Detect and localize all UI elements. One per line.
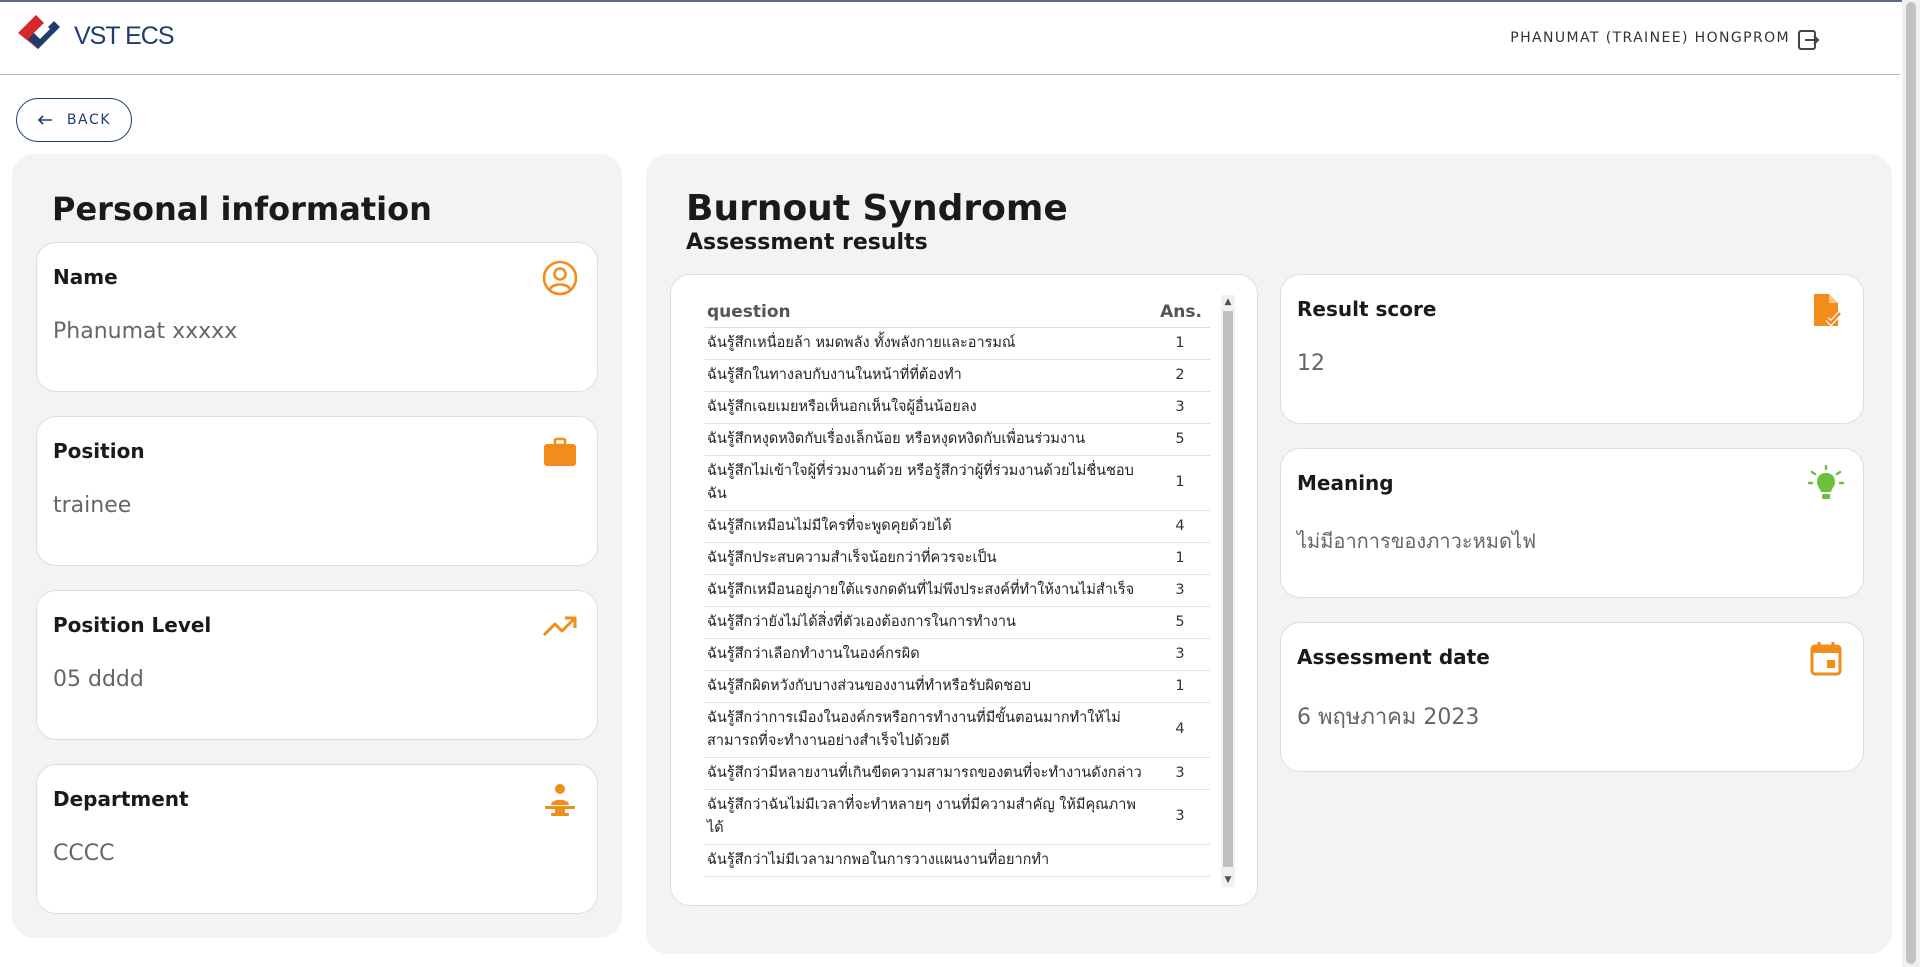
page-scrollbar[interactable] [1902,0,1920,967]
answer-cell: 3 [1150,638,1210,671]
user-circle-icon [542,260,578,296]
card-label: Result score [1297,297,1437,321]
assessment-title: Burnout Syndrome [686,188,1068,229]
table-row: ฉันรู้สึกว่ามีหลายงานที่เกินขีดความสามาร… [705,757,1210,790]
scroll-up-icon[interactable]: ▲ [1221,295,1235,309]
question-cell: ฉันรู้สึกไม่เข้าใจผู้ที่ร่วมงานด้วย หรือ… [705,455,1150,511]
column-header-question: question [705,297,1150,328]
question-cell: ฉันรู้สึกว่าฉันไม่มีเวลาที่จะทำหลายๆ งาน… [705,789,1150,845]
answer-cell: 3 [1150,574,1210,607]
card-label: Position [53,439,145,463]
column-header-ans: Ans. [1150,297,1210,328]
card-label: Position Level [53,613,212,637]
table-row: ฉันรู้สึกประสบความสำเร็จน้อยกว่าที่ควรจะ… [705,542,1210,575]
assessment-panel: Burnout Syndrome Assessment results ques… [646,154,1892,954]
briefcase-icon [544,437,576,466]
card-value: trainee [53,493,132,518]
card-label: Name [53,265,118,289]
assessment-subtitle: Assessment results [686,230,928,255]
company-logo[interactable] [14,11,64,61]
answers-table-card: question Ans. ฉันรู้สึกเหนื่อยล้า หมดพลั… [670,274,1258,906]
answer-cell: 4 [1150,510,1210,543]
answer-cell: 4 [1150,702,1210,758]
app-header: VST ECS PHANUMAT (TRAINEE) HONGPROM [0,2,1900,75]
question-cell: ฉันรู้สึกผิดหวังกับบางส่วนของงานที่ทำหรื… [705,670,1150,703]
answer-cell: 3 [1150,391,1210,424]
answer-cell: 3 [1150,757,1210,790]
answer-cell: 5 [1150,423,1210,456]
name-card: Name Phanumat xxxxx [36,242,598,392]
back-button[interactable]: BACK [16,98,132,142]
answer-cell [1150,844,1210,877]
table-row: ฉันรู้สึกว่ายังไม่ได้สิ่งที่ตัวเองต้องกา… [705,606,1210,639]
table-row: ฉันรู้สึกว่าเลือกทำงานในองค์กรผิด 3 [705,638,1210,671]
question-cell: ฉันรู้สึกเหมือนไม่มีใครที่จะพูดคุยด้วยได… [705,510,1150,543]
assessment-date-card: Assessment date 6 พฤษภาคม 2023 [1280,622,1864,772]
question-cell: ฉันรู้สึกในทางลบกับงานในหน้าที่ที่ต้องทำ [705,359,1150,392]
lightbulb-icon [1807,465,1845,499]
table-row: ฉันรู้สึกว่าฉันไม่มีเวลาที่จะทำหลายๆ งาน… [705,789,1210,845]
table-row: ฉันรู้สึกว่าไม่มีเวลามากพอในการวางแผนงาน… [705,844,1210,877]
arrow-left-icon [37,115,52,125]
answer-cell: 2 [1150,359,1210,392]
user-name: PHANUMAT (TRAINEE) HONGPROM [1510,30,1790,46]
answer-cell: 1 [1150,542,1210,575]
question-cell: ฉันรู้สึกว่ามีหลายงานที่เกินขีดความสามาร… [705,757,1150,790]
table-row: ฉันรู้สึกเฉยเมยหรือเห็นอกเห็นใจผู้อื่นน้… [705,391,1210,424]
question-cell: ฉันรู้สึกหงุดหงิดกับเรื่องเล็กน้อย หรือห… [705,423,1150,456]
scroll-down-icon[interactable]: ▼ [1221,873,1235,887]
logout-icon[interactable] [1796,28,1820,52]
answer-cell: 1 [1150,670,1210,703]
answer-cell: 1 [1150,455,1210,511]
card-label: Assessment date [1297,645,1490,669]
card-value: 6 พฤษภาคม 2023 [1297,705,1480,730]
card-value: 05 dddd [53,667,144,692]
answers-table: question Ans. ฉันรู้สึกเหนื่อยล้า หมดพลั… [705,297,1210,877]
department-card: Department CCCC [36,764,598,914]
calendar-icon [1810,642,1842,676]
question-cell: ฉันรู้สึกว่าไม่มีเวลามากพอในการวางแผนงาน… [705,844,1150,877]
file-check-icon [1814,294,1842,327]
back-label: BACK [66,112,112,128]
meaning-card: Meaning ไม่มีอาการของภาวะหมดไฟ [1280,448,1864,598]
question-cell: ฉันรู้สึกว่าเลือกทำงานในองค์กรผิด [705,638,1150,671]
table-row: ฉันรู้สึกเหมือนอยู่ภายใต้แรงกดดันที่ไม่พ… [705,574,1210,607]
answer-cell: 5 [1150,606,1210,639]
card-value: Phanumat xxxxx [53,319,238,344]
trending-up-icon [542,616,577,637]
question-cell: ฉันรู้สึกเหมือนอยู่ภายใต้แรงกดดันที่ไม่พ… [705,574,1150,607]
table-row: ฉันรู้สึกเหมือนไม่มีใครที่จะพูดคุยด้วยได… [705,510,1210,543]
personal-info-panel: Personal information Name Phanumat xxxxx… [12,154,622,938]
table-row: ฉันรู้สึกไม่เข้าใจผู้ที่ร่วมงานด้วย หรือ… [705,455,1210,511]
question-cell: ฉันรู้สึกว่าการเมืองในองค์กรหรือการทำงาน… [705,702,1150,758]
card-value: ไม่มีอาการของภาวะหมดไฟ [1297,529,1537,553]
table-row: ฉันรู้สึกผิดหวังกับบางส่วนของงานที่ทำหรื… [705,670,1210,703]
position-card: Position trainee [36,416,598,566]
question-cell: ฉันรู้สึกเฉยเมยหรือเห็นอกเห็นใจผู้อื่นน้… [705,391,1150,424]
answer-cell: 3 [1150,789,1210,845]
question-cell: ฉันรู้สึกประสบความสำเร็จน้อยกว่าที่ควรจะ… [705,542,1150,575]
result-score-card: Result score 12 [1280,274,1864,424]
card-value: CCCC [53,841,115,866]
table-row: ฉันรู้สึกเหนื่อยล้า หมดพลัง ทั้งพลังกายแ… [705,327,1210,360]
question-cell: ฉันรู้สึกเหนื่อยล้า หมดพลัง ทั้งพลังกายแ… [705,327,1150,360]
card-label: Department [53,787,189,811]
question-cell: ฉันรู้สึกว่ายังไม่ได้สิ่งที่ตัวเองต้องกา… [705,606,1150,639]
answers-table-scroll[interactable]: question Ans. ฉันรู้สึกเหนื่อยล้า หมดพลั… [705,297,1233,887]
table-scrollbar[interactable]: ▲ ▼ [1221,295,1235,887]
answer-cell: 1 [1150,327,1210,360]
table-row: ฉันรู้สึกหงุดหงิดกับเรื่องเล็กน้อย หรือห… [705,423,1210,456]
card-value: 12 [1297,351,1325,376]
card-label: Meaning [1297,471,1394,495]
personal-info-title: Personal information [52,190,432,228]
position-level-card: Position Level 05 dddd [36,590,598,740]
table-row: ฉันรู้สึกว่าการเมืองในองค์กรหรือการทำงาน… [705,702,1210,758]
table-row: ฉันรู้สึกในทางลบกับงานในหน้าที่ที่ต้องทำ… [705,359,1210,392]
logo-text: VST ECS [74,22,175,50]
person-desk-icon [545,784,575,816]
